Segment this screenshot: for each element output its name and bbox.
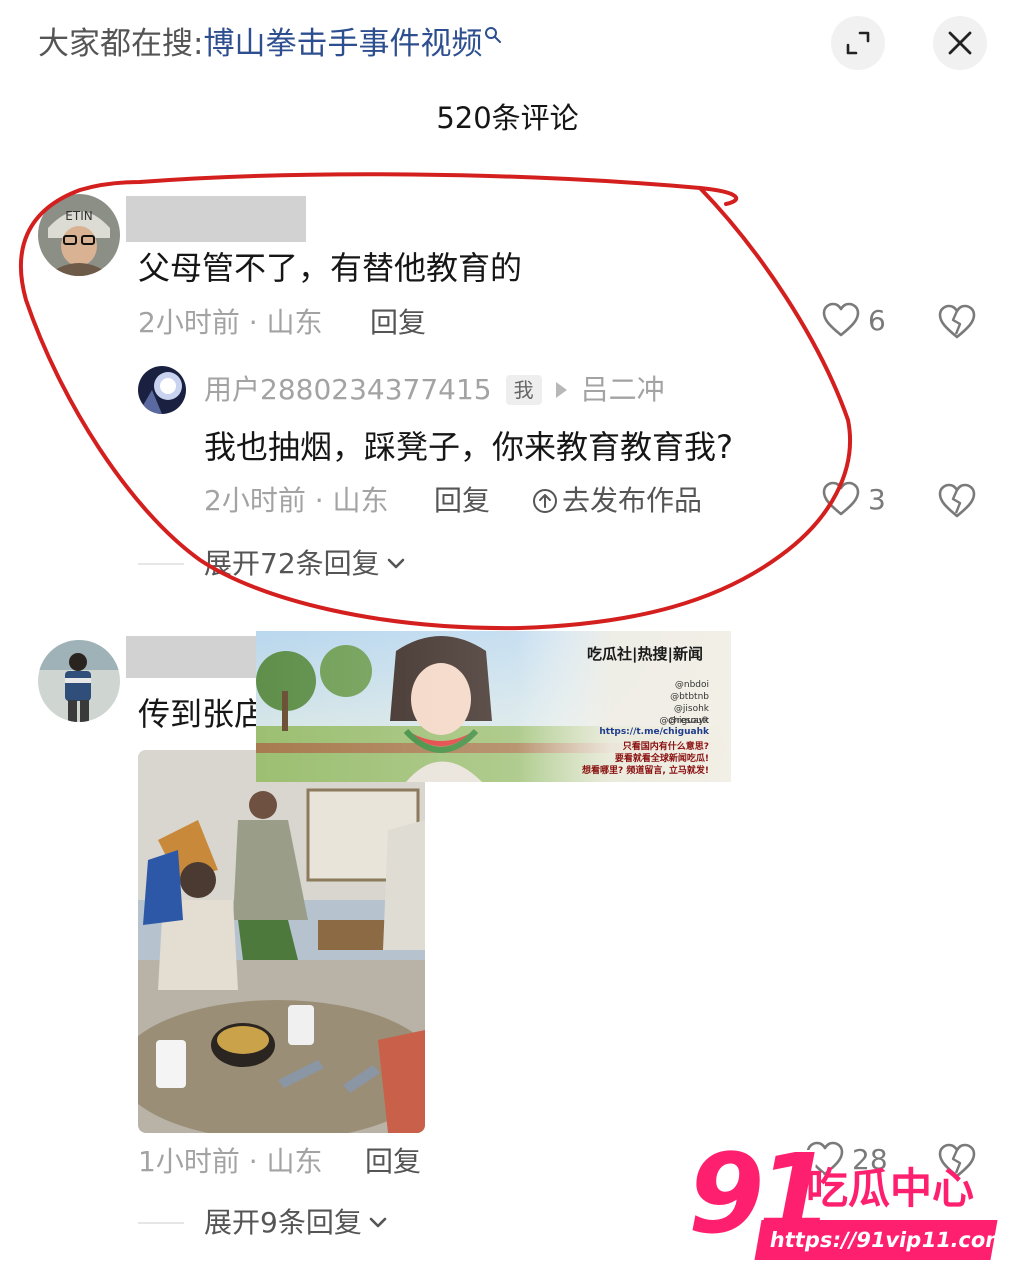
svg-text:ETIN: ETIN [65,209,92,223]
comment-count-title: 520条评论 [436,101,579,135]
ad-link[interactable]: https://t.me/chiguahk [599,727,709,737]
expand-replies-label: 展开72条回复 [204,547,380,580]
dislike-button[interactable] [938,483,976,523]
reply-button[interactable]: 回复 [365,1142,421,1182]
watermark-name: 吃瓜中心 [806,1164,975,1213]
search-icon[interactable] [484,26,502,44]
ad-handles-extra: @resoutt [668,715,709,727]
reply-author-line: 用户2880234377415 我 吕二冲 [204,370,665,410]
ad-banner[interactable]: 吃瓜社|热搜|新闻 @nbdoi @btbtnb @jisohk @chigua… [256,631,731,782]
restaurant-scene-image [138,750,425,1133]
reply-arrow-icon [555,382,567,398]
reply-to-username[interactable]: 吕二冲 [581,370,665,410]
trending-search-bar[interactable]: 大家都在搜:博山拳击手事件视频 [38,22,502,66]
like-button[interactable]: 3 [822,481,886,517]
expand-replies-button[interactable]: 展开9条回复 [204,1203,388,1243]
expand-replies-label: 展开9条回复 [204,1206,362,1239]
ad-handle: @resoutt [668,716,709,726]
ad-promo-line: 想看哪里? 频道留言, 立马就发! [581,766,709,776]
ad-promo-line: 要看就看全球新闻吃瓜! [614,754,709,764]
reply-username[interactable]: 用户2880234377415 [204,370,492,410]
like-count: 3 [868,482,886,516]
reply-button[interactable]: 回复 [370,303,426,343]
ad-promo-line: 只看国内有什么意思? [622,742,709,752]
like-count: 6 [868,303,886,337]
expand-button[interactable] [831,16,885,70]
comment-text: 传到张店 [138,695,267,733]
ad-handle: @btbtnb [670,692,709,702]
close-icon [948,31,972,55]
avatar-image: ETIN [38,194,120,276]
ad-promo: 只看国内有什么意思? 要看就看全球新闻吃瓜! 想看哪里? 频道留言, 立马就发! [582,741,709,777]
username-redacted [126,636,266,678]
close-button[interactable] [933,16,987,70]
trending-search-prefix: 大家都在搜: [38,26,204,62]
avatar-image [138,366,186,414]
ad-title: 吃瓜社|热搜|新闻 [587,645,703,663]
dislike-button[interactable] [938,304,976,344]
expand-divider [138,563,184,565]
comment-meta: 2小时前 · 山东 [138,306,323,339]
publish-work-label: 去发布作品 [562,484,703,517]
avatar[interactable] [38,640,120,722]
ad-handle: @nbdoi [674,680,709,690]
me-badge: 我 [505,375,542,405]
reply-button[interactable]: 回复 [434,481,490,521]
avatar[interactable]: ETIN [38,194,120,276]
avatar-image [38,640,120,722]
expand-icon [846,31,870,55]
publish-work-link[interactable]: 去发布作品 [532,481,702,521]
expand-replies-button[interactable]: 展开72条回复 [204,544,406,584]
heart-icon [822,481,860,516]
comment-meta: 1小时前 · 山东 [138,1145,323,1178]
site-watermark: 91 吃瓜中心 https://91vip11.com [688,1134,1010,1264]
comment-photo[interactable] [138,750,425,1133]
like-button[interactable]: 6 [822,302,886,338]
avatar[interactable] [138,366,186,414]
reply-meta: 2小时前 · 山东 [204,484,389,517]
username-redacted [126,196,306,242]
chevron-down-icon [387,558,404,569]
chevron-down-icon [369,1217,387,1228]
comment-text: 父母管不了，有替他教育的 [138,249,523,287]
expand-divider [138,1222,184,1224]
trending-search-keyword[interactable]: 博山拳击手事件视频 [203,26,482,62]
upload-circle-icon [533,489,557,513]
reply-text: 我也抽烟，踩凳子，你来教育教育我? [204,428,733,466]
watermark-url: https://91vip11.com [754,1220,1010,1260]
broken-heart-icon [938,304,976,339]
heart-icon [822,302,860,337]
broken-heart-icon [938,483,976,518]
ad-handle: @jisohk [673,704,709,714]
